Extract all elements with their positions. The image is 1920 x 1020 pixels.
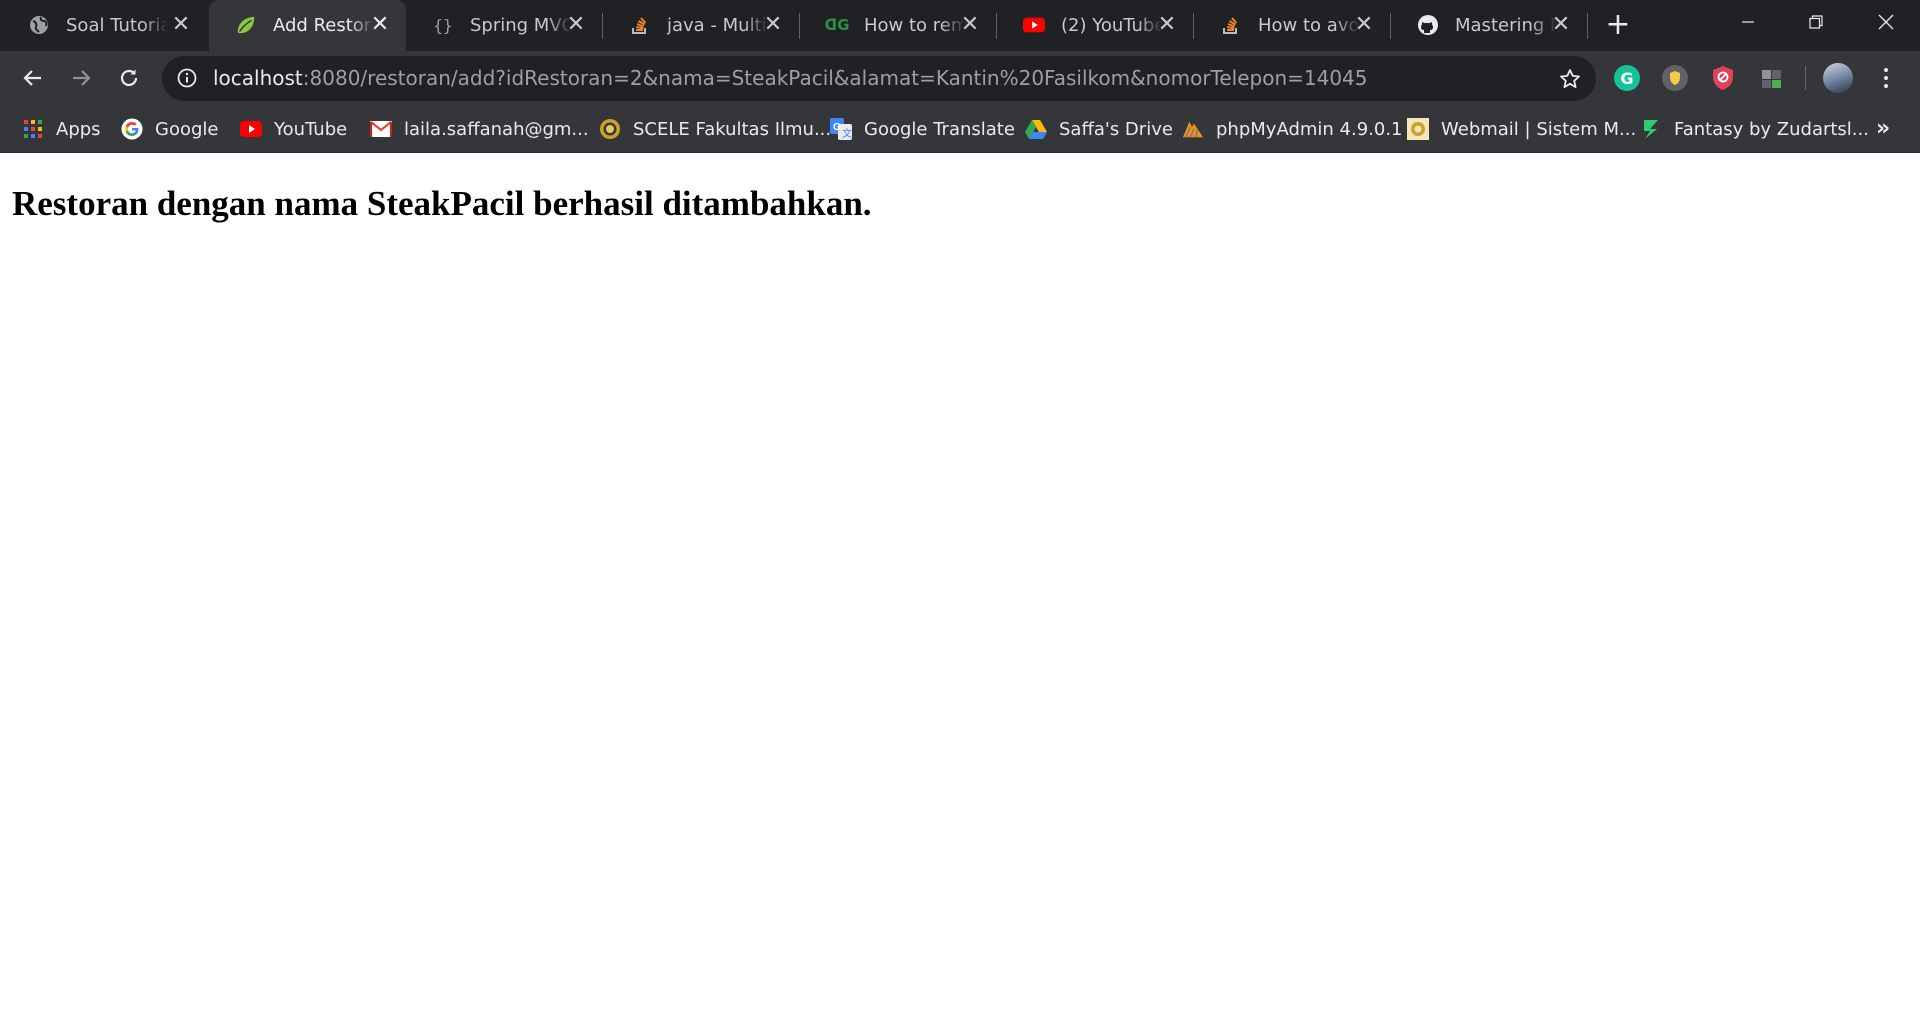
close-icon[interactable]: ✕ [368,13,392,37]
bookmarks-overflow-button[interactable]: » [1876,116,1890,141]
phpmyadmin-icon [1182,118,1204,140]
info-icon[interactable] [176,67,198,89]
bookmark-scele[interactable]: SCELE Fakultas Ilmu... [599,106,831,152]
google-drive-icon [1025,118,1047,140]
bookmark-gmail[interactable]: laila.saffanah@gm... [370,106,589,152]
svg-text:文: 文 [842,127,852,140]
tab-spring-mvc[interactable]: {} Spring MVC ✕ [406,0,602,51]
google-icon [121,118,143,140]
tab-mastering-m[interactable]: Mastering M ✕ [1391,0,1587,51]
tab-how-to-avoi[interactable]: How to avoi ✕ [1194,0,1390,51]
fantasy-icon [1640,118,1662,140]
browser-menu-button[interactable] [1876,63,1896,93]
close-icon[interactable]: ✕ [958,13,982,37]
close-icon[interactable]: ✕ [564,13,588,37]
bookmark-label: laila.saffanah@gm... [404,118,589,140]
code-braces-icon: {} [433,15,453,35]
bookmark-saffas-drive[interactable]: Saffa's Drive [1025,106,1173,152]
tab-title: Spring MVC [470,15,572,36]
close-icon[interactable]: ✕ [761,13,785,37]
spring-leaf-icon [235,14,257,36]
new-tab-button[interactable]: + [1604,10,1632,40]
toolbar-separator [1805,66,1806,90]
url-host: localhost [213,66,303,90]
globe-icon [28,14,50,36]
tab-title: Add Restoran [273,15,375,36]
bookmark-youtube[interactable]: YouTube [240,106,347,152]
arrow-left-icon [23,70,41,86]
bookmark-label: Google [155,118,219,140]
bookmark-google[interactable]: Google [121,106,218,152]
reload-icon [120,69,138,87]
grammarly-icon[interactable]: G [1614,65,1640,91]
restore-button[interactable] [1782,0,1850,44]
extension-shield-red-icon[interactable] [1710,65,1736,91]
tab-title: java - Multip [667,15,769,36]
google-translate-icon: G文 [830,118,852,140]
bookmark-apps[interactable]: Apps [22,106,101,152]
avatar[interactable] [1823,63,1853,93]
minimize-icon [1742,21,1754,23]
extension-shield-yellow-icon[interactable] [1662,65,1688,91]
bookmarks-bar: Apps Google YouTube laila.saffanah@gm...… [0,106,1920,153]
youtube-icon [240,118,262,140]
tab-java-multip[interactable]: java - Multip ✕ [603,0,799,51]
tab-soal-tutorial[interactable]: Soal Tutorial ✕ [2,0,207,51]
bookmark-label: SCELE Fakultas Ilmu... [633,118,832,140]
close-icon[interactable]: ✕ [1155,13,1179,37]
close-icon [1878,14,1894,30]
bookmark-label: YouTube [274,118,348,140]
page-content: Restoran dengan nama SteakPacil berhasil… [0,154,1920,1020]
bookmark-webmail[interactable]: Webmail | Sistem M... [1407,106,1636,152]
gmail-icon [370,118,392,140]
url-path: :8080/restoran/add?idRestoran=2&nama=Ste… [302,66,1368,90]
tab-youtube[interactable]: (2) YouTube ✕ [997,0,1193,51]
close-icon[interactable]: ✕ [169,13,193,37]
browser-toolbar: localhost:8080/restoran/add?idRestoran=2… [0,51,1920,106]
geeksforgeeks-icon: ᗡG [824,16,850,34]
scele-icon [599,118,621,140]
apps-grid-icon [22,118,44,140]
bookmark-label: phpMyAdmin 4.9.0.1 [1216,118,1403,140]
bookmark-phpmyadmin[interactable]: phpMyAdmin 4.9.0.1 [1182,106,1403,152]
close-window-button[interactable] [1852,0,1920,44]
youtube-icon [1023,14,1045,36]
extension-puzzle-icon[interactable] [1759,65,1785,91]
webmail-icon [1407,118,1429,140]
back-button[interactable] [18,63,48,93]
tab-title: How to avoi [1258,15,1360,36]
forward-button[interactable] [66,63,96,93]
bookmark-label: Webmail | Sistem M... [1441,118,1637,140]
tab-add-restoran[interactable]: Add Restoran ✕ [209,0,406,51]
bookmark-label: Saffa's Drive [1059,118,1173,140]
bookmark-google-translate[interactable]: G文 Google Translate [830,106,1015,152]
close-icon[interactable]: ✕ [1352,13,1376,37]
tab-title: Mastering M [1455,15,1557,36]
minimize-button[interactable] [1714,0,1782,44]
bookmark-fantasy[interactable]: Fantasy by Zudartsl... [1640,106,1869,152]
tab-how-to-remo[interactable]: ᗡG How to remo ✕ [800,0,996,51]
bookmark-label: Google Translate [864,118,1015,140]
stackoverflow-icon [1220,14,1242,36]
stackoverflow-icon [629,14,651,36]
restore-icon [1809,15,1823,29]
address-url[interactable]: localhost:8080/restoran/add?idRestoran=2… [213,56,1368,101]
close-icon[interactable]: ✕ [1549,13,1573,37]
bookmark-label: Fantasy by Zudartsl... [1674,118,1869,140]
svg-text:G: G [833,122,841,133]
reload-button[interactable] [114,63,144,93]
tab-title: How to remo [864,15,966,36]
github-icon [1417,14,1439,36]
tab-title: (2) YouTube [1061,15,1163,36]
bookmark-star-icon[interactable] [1558,67,1582,91]
tab-title: Soal Tutorial [66,15,168,36]
arrow-right-icon [73,70,91,86]
success-message: Restoran dengan nama SteakPacil berhasil… [12,184,872,223]
bookmark-label: Apps [56,118,101,140]
tab-strip: Soal Tutorial ✕ Add Restoran ✕ {} Spring… [0,0,1920,51]
tab-separator [1587,13,1588,39]
address-bar[interactable]: localhost:8080/restoran/add?idRestoran=2… [162,56,1596,101]
